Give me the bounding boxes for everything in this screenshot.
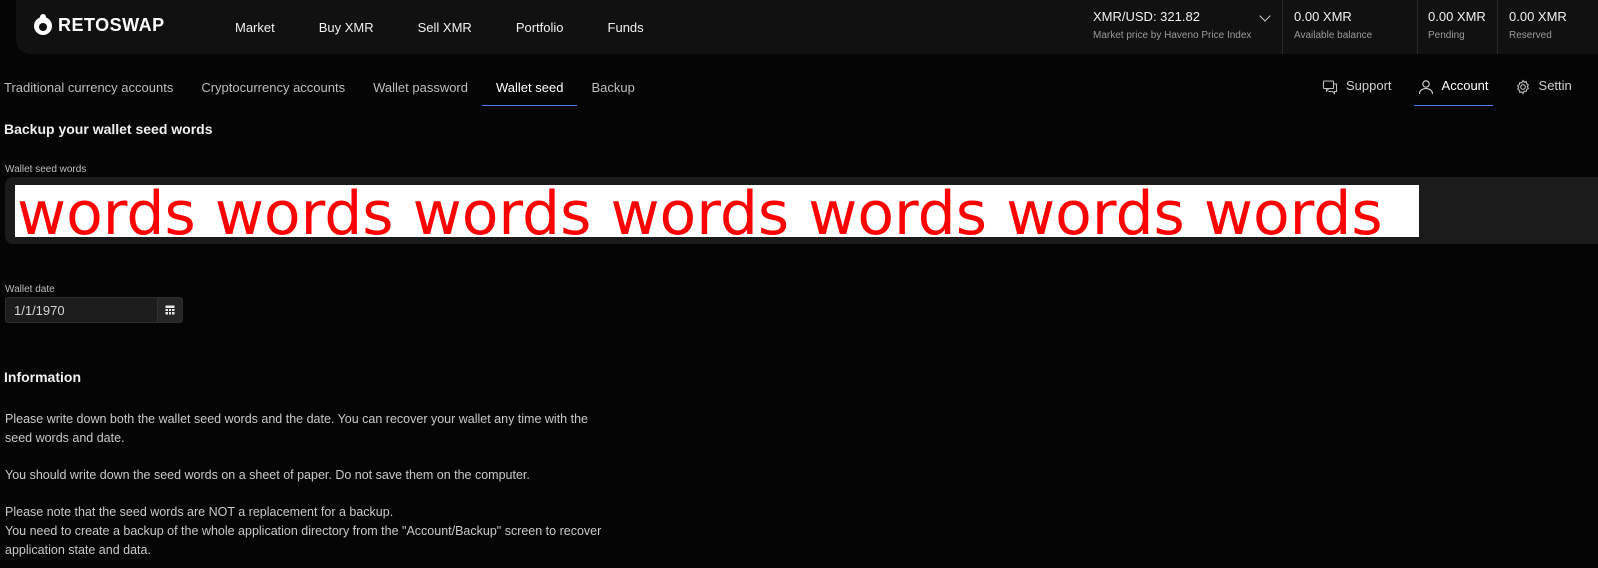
nav-buy-xmr[interactable]: Buy XMR <box>319 20 374 35</box>
info-paragraph: Please note that the seed words are NOT … <box>5 505 394 519</box>
wallet-date-label: Wallet date <box>5 284 55 295</box>
logo[interactable]: RETOSWAP <box>34 9 165 36</box>
seed-words-field[interactable]: words words words words words words word… <box>5 177 1598 244</box>
settings-label: Settin <box>1538 78 1572 93</box>
reserved-balance: 0.00 XMR Reserved <box>1509 9 1567 41</box>
nav-funds[interactable]: Funds <box>608 20 644 35</box>
info-paragraph: Please write down both the wallet seed w… <box>5 412 588 445</box>
settings-link[interactable]: Settin <box>1511 78 1576 105</box>
reserved-balance-value: 0.00 XMR <box>1509 9 1567 24</box>
calendar-icon <box>165 305 175 315</box>
support-link[interactable]: Support <box>1318 78 1396 105</box>
nav-sell-xmr[interactable]: Sell XMR <box>418 20 472 35</box>
main-nav: Market Buy XMR Sell XMR Portfolio Funds <box>235 0 688 54</box>
calendar-button[interactable] <box>157 298 182 322</box>
account-link[interactable]: Account <box>1413 78 1493 106</box>
tab-backup[interactable]: Backup <box>577 78 648 105</box>
top-bar: RETOSWAP Market Buy XMR Sell XMR Portfol… <box>16 0 1598 54</box>
page-title: Backup your wallet seed words <box>4 121 213 137</box>
pending-balance-label: Pending <box>1428 30 1465 41</box>
divider <box>1417 0 1418 54</box>
wallet-date-value: 1/1/1970 <box>14 303 65 318</box>
seed-words-label: Wallet seed words <box>5 164 87 175</box>
pending-balance-value: 0.00 XMR <box>1428 9 1486 24</box>
market-price: XMR/USD: 321.82 <box>1093 9 1200 24</box>
secondary-nav: Support Account Settin <box>1318 78 1594 106</box>
divider <box>1282 0 1283 54</box>
support-icon <box>1322 79 1338 95</box>
information-heading: Information <box>4 369 81 385</box>
info-paragraph: You should write down the seed words on … <box>5 468 530 482</box>
account-label: Account <box>1441 78 1489 93</box>
wallet-date-field[interactable]: 1/1/1970 <box>5 297 183 323</box>
account-icon <box>1418 79 1434 95</box>
available-balance: 0.00 XMR Available balance <box>1294 9 1372 41</box>
account-subnav: Traditional currency accounts Cryptocurr… <box>4 78 649 106</box>
reserved-balance-label: Reserved <box>1509 30 1552 41</box>
pending-balance: 0.00 XMR Pending <box>1428 9 1486 41</box>
info-paragraph: You need to create a backup of the whole… <box>5 524 602 557</box>
seed-words-value[interactable]: words words words words words words word… <box>15 185 1419 237</box>
available-balance-value: 0.00 XMR <box>1294 9 1352 24</box>
tab-wallet-password[interactable]: Wallet password <box>359 78 482 105</box>
nav-portfolio[interactable]: Portfolio <box>516 20 564 35</box>
nav-market[interactable]: Market <box>235 20 275 35</box>
brand-name: RETOSWAP <box>58 15 165 35</box>
settings-icon <box>1515 79 1531 95</box>
available-balance-label: Available balance <box>1294 30 1373 41</box>
logo-icon <box>34 13 52 35</box>
tab-traditional-currency-accounts[interactable]: Traditional currency accounts <box>4 78 187 105</box>
divider <box>1497 0 1498 54</box>
market-price-selector[interactable]: XMR/USD: 321.82 Market price by Haveno P… <box>1093 9 1283 49</box>
support-label: Support <box>1346 78 1392 93</box>
market-price-caption: Market price by Haveno Price Index <box>1093 30 1252 41</box>
tab-cryptocurrency-accounts[interactable]: Cryptocurrency accounts <box>187 78 359 105</box>
tab-wallet-seed[interactable]: Wallet seed <box>482 78 578 106</box>
